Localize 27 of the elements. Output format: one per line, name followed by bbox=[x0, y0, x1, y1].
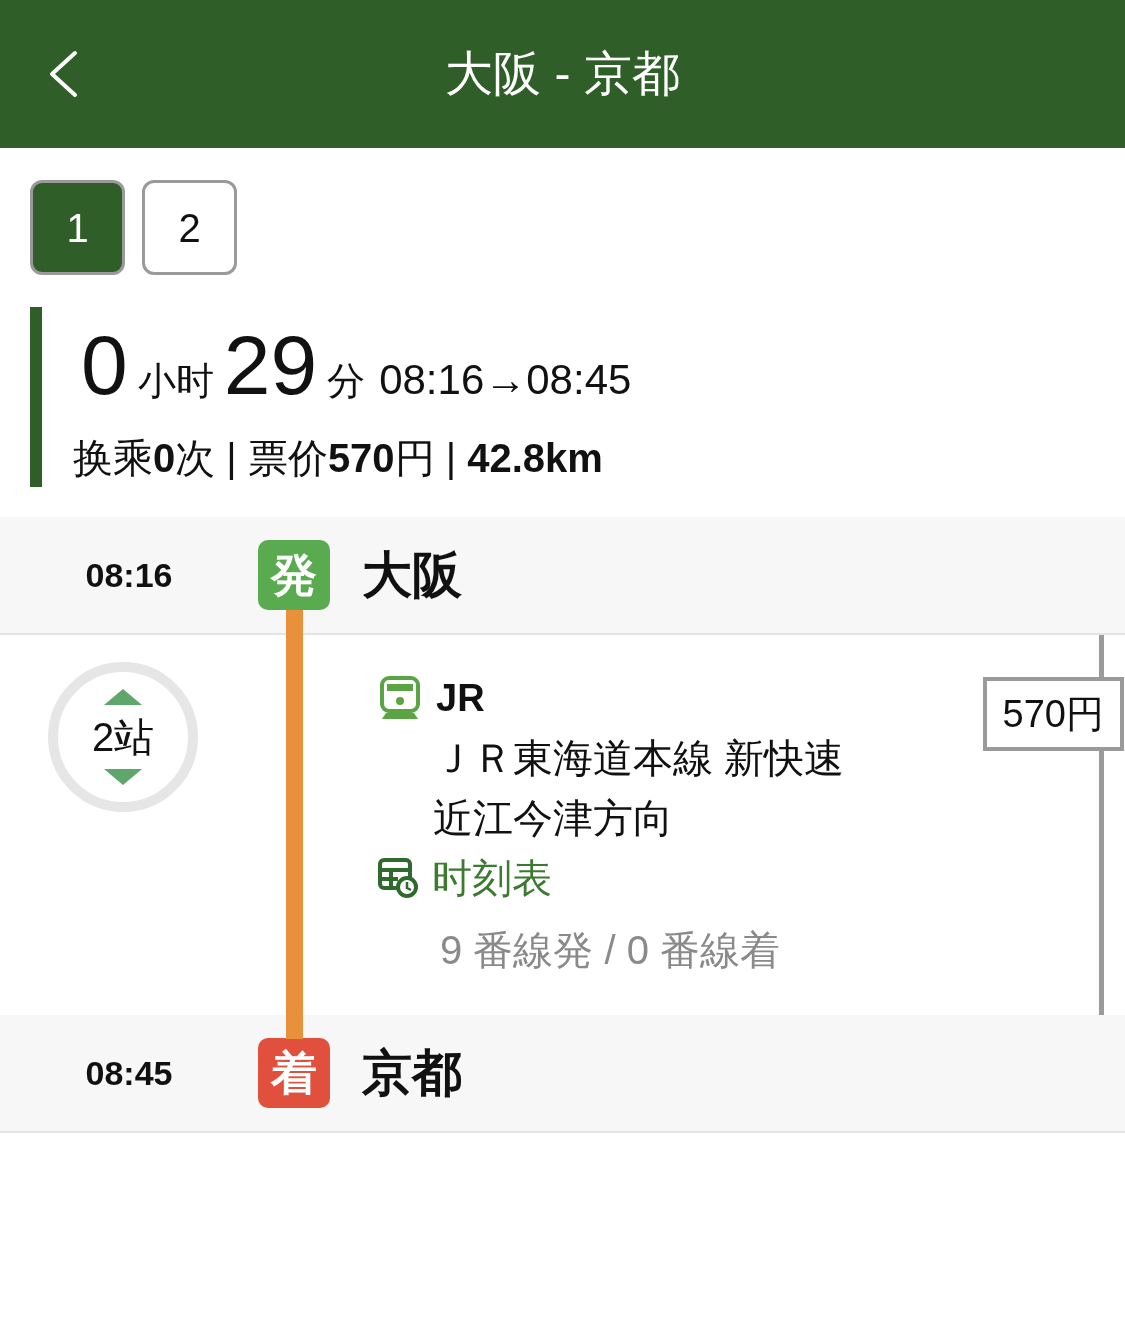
stop-marker: 発 bbox=[258, 540, 330, 610]
stop-marker: 着 bbox=[258, 1038, 330, 1108]
minutes-unit: 分 bbox=[327, 362, 366, 400]
down-triangle-icon bbox=[104, 769, 142, 785]
route-tab[interactable]: 2 bbox=[142, 180, 237, 275]
station-name: 大阪 bbox=[362, 545, 462, 605]
trip-details: 换乘0次 | 票价570円 | 42.8km bbox=[73, 435, 603, 482]
stop-count-toggle[interactable]: 2站 bbox=[48, 662, 198, 812]
platform-info: 9 番線発 / 0 番線着 bbox=[440, 927, 781, 974]
time-range: 08:16→08:45 bbox=[379, 359, 632, 401]
fare-label: 570円 bbox=[982, 677, 1124, 751]
direction-text: 近江今津方向 bbox=[433, 795, 673, 842]
train-icon bbox=[378, 676, 422, 720]
route-tab[interactable]: 1 bbox=[30, 180, 125, 275]
stop-time: 08:16 bbox=[85, 555, 173, 594]
up-triangle-icon bbox=[104, 689, 142, 705]
back-icon bbox=[48, 50, 78, 98]
timetable-link[interactable]: 时刻表 bbox=[378, 848, 552, 908]
stop-time: 08:45 bbox=[85, 1053, 173, 1092]
line-name: ＪＲ東海道本線 新快速 bbox=[433, 735, 845, 782]
timetable-icon bbox=[378, 858, 418, 898]
operator-name: JR bbox=[436, 676, 485, 721]
minutes-value: 29 bbox=[223, 323, 318, 407]
station-name: 京都 bbox=[362, 1043, 462, 1103]
hours-value: 0 bbox=[81, 323, 128, 407]
hours-unit: 小时 bbox=[137, 362, 214, 400]
page-title: 大阪 - 京都 bbox=[445, 46, 680, 103]
